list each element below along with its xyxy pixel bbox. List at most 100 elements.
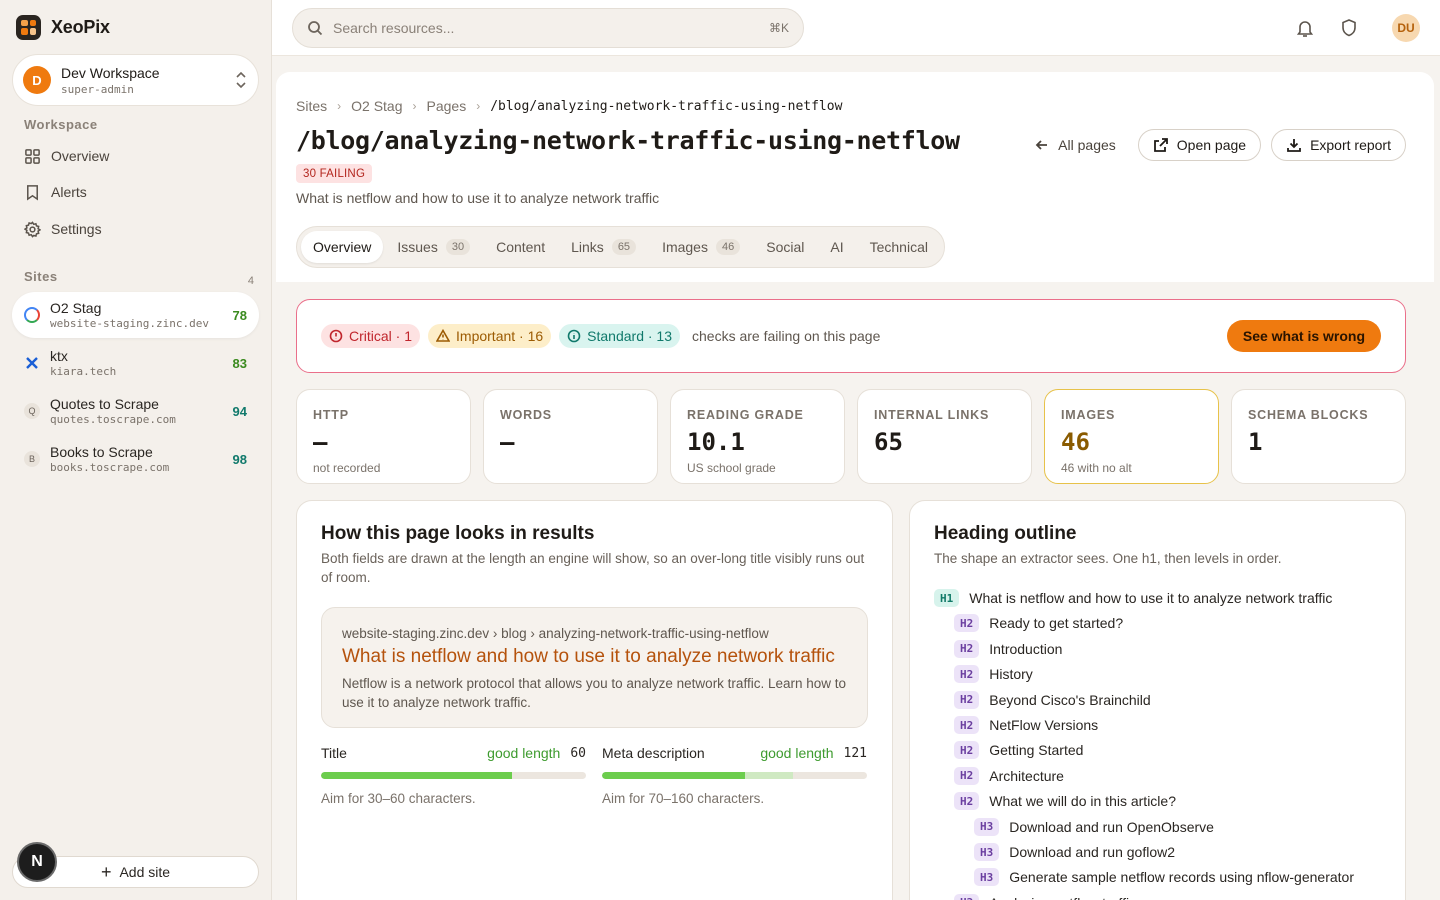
site-item-books[interactable]: B Books to Scrape books.toscrape.com 98 (12, 436, 259, 482)
tab-issues[interactable]: Issues 30 (385, 231, 482, 263)
heading-level-badge: H2 (954, 716, 980, 734)
serp-url: website-staging.zinc.dev › blog › analyz… (342, 626, 769, 641)
heading-outline-item: H3 Download and run OpenObserve (974, 817, 1214, 836)
export-report-button[interactable]: Export report (1271, 129, 1406, 161)
meter-status: good length (760, 745, 834, 761)
stat-reading-grade: READING GRADE 10.1 US school grade (670, 389, 845, 484)
heading-text: Analyzing netflow traffic (989, 895, 1136, 900)
site-score: 83 (232, 355, 247, 371)
stat-label: SCHEMA BLOCKS (1248, 408, 1369, 422)
shield-icon[interactable] (1338, 17, 1360, 39)
search-input[interactable] (333, 20, 769, 36)
tab-social[interactable]: Social (754, 231, 816, 263)
meter-count: 60 (570, 745, 586, 761)
important-pill[interactable]: Important · 16 (428, 324, 552, 348)
stat-internal-links: INTERNAL LINKS 65 (857, 389, 1032, 484)
meter-count: 121 (843, 745, 867, 761)
brand[interactable]: XeoPix (16, 14, 110, 40)
heading-text: Ready to get started? (989, 615, 1124, 632)
card-title: How this page looks in results (321, 523, 595, 544)
sidebar-item-overview[interactable]: Overview (24, 144, 109, 168)
critical-pill[interactable]: Critical · 1 (321, 324, 421, 348)
workspace-switcher[interactable]: D Dev Workspace super-admin (12, 54, 259, 106)
failing-badge: 30 FAILING (296, 164, 373, 183)
heading-outline-item: H2 Ready to get started? (954, 614, 1124, 633)
sidebar-item-label: Overview (51, 148, 110, 164)
banner-text: checks are failing on this page (692, 328, 881, 344)
tab-links[interactable]: Links 65 (559, 231, 648, 263)
breadcrumb-site[interactable]: O2 Stag (351, 98, 402, 114)
tab-overview[interactable]: Overview (301, 231, 384, 263)
heading-outline-card: Heading outline The shape an extractor s… (909, 500, 1406, 900)
heading-outline-item: H2 NetFlow Versions (954, 716, 1098, 734)
grid-icon (25, 148, 40, 164)
heading-level-badge: H3 (974, 817, 1000, 836)
tab-content[interactable]: Content (484, 231, 557, 263)
n-badge[interactable]: N (17, 842, 57, 882)
heading-outline-item: H2 Introduction (954, 639, 1062, 658)
arrow-left-icon (1035, 140, 1048, 150)
gear-icon (24, 220, 41, 238)
site-score: 78 (232, 307, 247, 323)
stat-value: 10.1 (687, 428, 745, 456)
tab-ai[interactable]: AI (818, 231, 855, 263)
tab-label: Images (662, 239, 708, 255)
tab-count: 65 (611, 239, 637, 255)
site-item-ktx[interactable]: ktx kiara.tech 83 (12, 340, 259, 386)
heading-level-badge: H3 (974, 868, 1000, 887)
breadcrumb-sites[interactable]: Sites (296, 98, 327, 114)
breadcrumb-pages[interactable]: Pages (427, 98, 467, 114)
site-item-quotes[interactable]: Q Quotes to Scrape quotes.toscrape.com 9… (12, 388, 259, 434)
heading-outline-item: H2 Analyzing netflow traffic (954, 893, 1136, 900)
heading-text: History (989, 666, 1033, 683)
site-favicon-icon (24, 307, 40, 323)
serp-description: Netflow is a network protocol that allow… (342, 676, 847, 710)
all-pages-link[interactable]: All pages (1022, 129, 1128, 161)
plus-icon: + (100, 862, 112, 882)
bell-icon[interactable] (1294, 17, 1316, 39)
meter-label: Title (321, 745, 347, 761)
sidebar-item-settings[interactable]: Settings (24, 217, 102, 241)
search-bar[interactable]: ⌘K (292, 8, 804, 48)
sidebar-item-alerts[interactable]: Alerts (24, 180, 87, 204)
user-avatar[interactable]: DU (1392, 14, 1420, 42)
standard-pill[interactable]: Standard · 13 (559, 324, 681, 348)
important-label: Important · 16 (456, 328, 544, 344)
stat-label: HTTP (313, 408, 349, 422)
heading-text: NetFlow Versions (989, 717, 1099, 733)
site-name: Books to Scrape (50, 444, 153, 460)
brand-name: XeoPix (51, 16, 110, 37)
card-title: Heading outline (934, 523, 1077, 544)
workspace-name: Dev Workspace (61, 64, 160, 81)
heading-text: Getting Started (989, 742, 1084, 759)
header-actions: All pages Open page Export report (1022, 129, 1406, 161)
tab-label: Social (766, 239, 805, 255)
failing-checks-banner: Critical · 1 Important · 16 Standard · 1… (296, 299, 1406, 373)
stat-note: US school grade (687, 461, 776, 475)
standard-label: Standard · 13 (587, 328, 673, 344)
tab-images[interactable]: Images 46 (650, 231, 752, 263)
stat-schema-blocks: SCHEMA BLOCKS 1 (1231, 389, 1406, 484)
title-length-meter: Title good length 60 Aim for 30–60 chara… (321, 745, 586, 806)
heading-level-badge: H2 (954, 690, 980, 709)
breadcrumb: Sites › O2 Stag › Pages › /blog/analyzin… (296, 98, 842, 114)
site-item-o2-stag[interactable]: O2 Stag website-staging.zinc.dev 78 (12, 292, 259, 338)
site-host: website-staging.zinc.dev (50, 317, 209, 330)
tab-technical[interactable]: Technical (858, 231, 940, 263)
site-name: O2 Stag (50, 300, 102, 316)
card-subtitle: The shape an extractor sees. One h1, the… (934, 551, 1282, 566)
stat-images[interactable]: IMAGES 46 46 with no alt (1044, 389, 1219, 484)
meter-track (321, 772, 586, 779)
chevron-right-icon: › (337, 99, 342, 113)
heading-text: Beyond Cisco's Brainchild (989, 691, 1151, 708)
card-subtitle: Both fields are drawn at the length an e… (321, 551, 865, 585)
heading-text: What is netflow and how to use it to ana… (969, 590, 1333, 606)
site-favicon-icon: Q (24, 403, 40, 419)
site-favicon-icon: B (24, 451, 40, 467)
stat-label: IMAGES (1061, 408, 1116, 422)
heading-text: What we will do in this article? (989, 793, 1176, 810)
see-what-is-wrong-button[interactable]: See what is wrong (1226, 320, 1381, 352)
stat-value: — (500, 428, 515, 456)
open-page-button[interactable]: Open page (1137, 129, 1262, 161)
serp-result-preview: website-staging.zinc.dev › blog › analyz… (321, 607, 868, 728)
